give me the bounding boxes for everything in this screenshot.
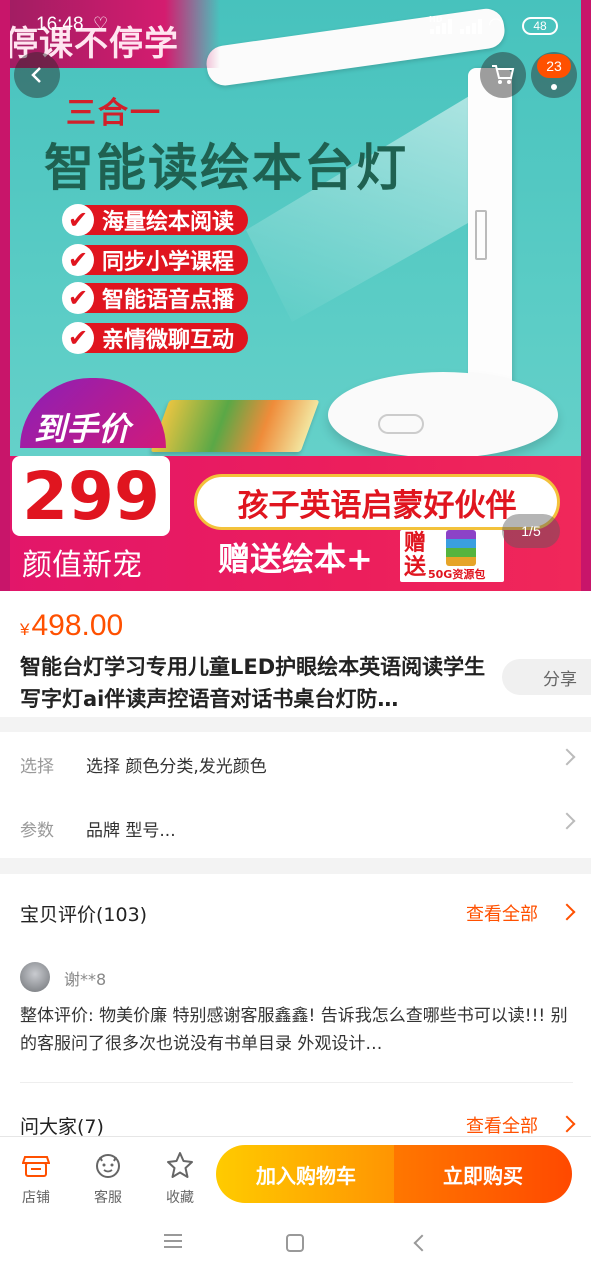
buy-now-button[interactable]: 立即购买 xyxy=(394,1145,572,1203)
system-nav-bar xyxy=(0,1210,591,1280)
add-to-cart-button[interactable]: 加入购物车 xyxy=(216,1145,396,1203)
customer-service-icon xyxy=(96,1154,120,1178)
signal-icon xyxy=(460,18,486,34)
avatar xyxy=(20,962,50,992)
reviews-title: 宝贝评价(103) xyxy=(20,904,148,926)
bottom-action-bar: 店铺 客服 收藏 加入购物车 立即购买 xyxy=(0,1136,591,1210)
check-icon: ✔ xyxy=(62,282,94,314)
service-label: 客服 xyxy=(94,1190,122,1206)
cart-badge: 23 xyxy=(537,54,571,78)
options-section: 选择 选择 颜色分类,发光颜色 参数 品牌 型号... xyxy=(0,732,591,858)
back-button[interactable] xyxy=(14,52,60,98)
back-icon[interactable] xyxy=(413,1234,431,1252)
chevron-right-icon xyxy=(558,748,576,766)
cart-icon xyxy=(492,65,515,84)
signal-icon xyxy=(430,18,456,34)
favorite-tab[interactable]: 收藏 xyxy=(150,1143,210,1207)
price-value: 498.00 xyxy=(31,609,124,642)
chevron-left-icon xyxy=(31,67,41,83)
status-bar: 16:48 ♡ HD ◠ 48 xyxy=(0,0,591,52)
reviewer-name: 谢**8 xyxy=(64,970,107,989)
home-icon[interactable] xyxy=(286,1234,304,1252)
menu-icon[interactable] xyxy=(164,1234,182,1248)
star-icon xyxy=(167,1152,193,1178)
select-option-row[interactable]: 选择 选择 颜色分类,发光颜色 xyxy=(0,732,591,796)
share-button[interactable]: 分享 xyxy=(502,659,591,695)
check-icon: ✔ xyxy=(62,244,94,276)
check-icon: ✔ xyxy=(62,322,94,354)
reviews-see-all-link[interactable]: 查看全部 xyxy=(466,900,538,926)
product-price: ¥498.00 xyxy=(20,609,123,643)
option-value: 品牌 型号... xyxy=(86,821,176,841)
params-row[interactable]: 参数 品牌 型号... xyxy=(0,796,591,860)
product-info: ¥498.00 智能台灯学习专用儿童LED护眼绘本英语阅读学生写字灯ai伴读声控… xyxy=(0,591,591,717)
reviews-section: 宝贝评价(103) 查看全部 谢**8 整体评价: 物美价廉 特别感谢客服鑫鑫!… xyxy=(0,874,591,1138)
favorite-label: 收藏 xyxy=(166,1190,194,1206)
more-icon xyxy=(551,84,557,90)
qa-title: 问大家(7) xyxy=(20,1116,104,1138)
chevron-right-icon xyxy=(558,1115,576,1133)
battery-icon: 48 xyxy=(522,17,558,35)
cart-button[interactable] xyxy=(480,52,526,98)
product-title: 智能台灯学习专用儿童LED护眼绘本英语阅读学生写字灯ai伴读声控语音对话书桌台灯… xyxy=(20,655,486,711)
review-text[interactable]: 整体评价: 物美价廉 特别感谢客服鑫鑫! 告诉我怎么查哪些书可以读!!! 别的客… xyxy=(20,1002,573,1058)
service-tab[interactable]: 客服 xyxy=(78,1143,138,1207)
store-tab[interactable]: 店铺 xyxy=(6,1143,66,1207)
option-label: 选择 xyxy=(20,757,54,777)
qa-see-all-link[interactable]: 查看全部 xyxy=(466,1112,538,1138)
chevron-right-icon xyxy=(558,903,576,921)
heart-icon: ♡ xyxy=(93,14,109,34)
image-counter: 1/5 xyxy=(502,514,560,548)
option-label: 参数 xyxy=(20,821,54,841)
divider xyxy=(20,1082,573,1083)
status-time: 16:48 xyxy=(36,14,84,35)
check-icon: ✔ xyxy=(62,204,94,236)
store-label: 店铺 xyxy=(22,1190,50,1206)
chevron-right-icon xyxy=(558,812,576,830)
option-value: 选择 颜色分类,发光颜色 xyxy=(86,757,267,777)
store-icon xyxy=(22,1156,50,1177)
currency-symbol: ¥ xyxy=(20,620,30,639)
wifi-icon: ◠ xyxy=(488,14,504,35)
